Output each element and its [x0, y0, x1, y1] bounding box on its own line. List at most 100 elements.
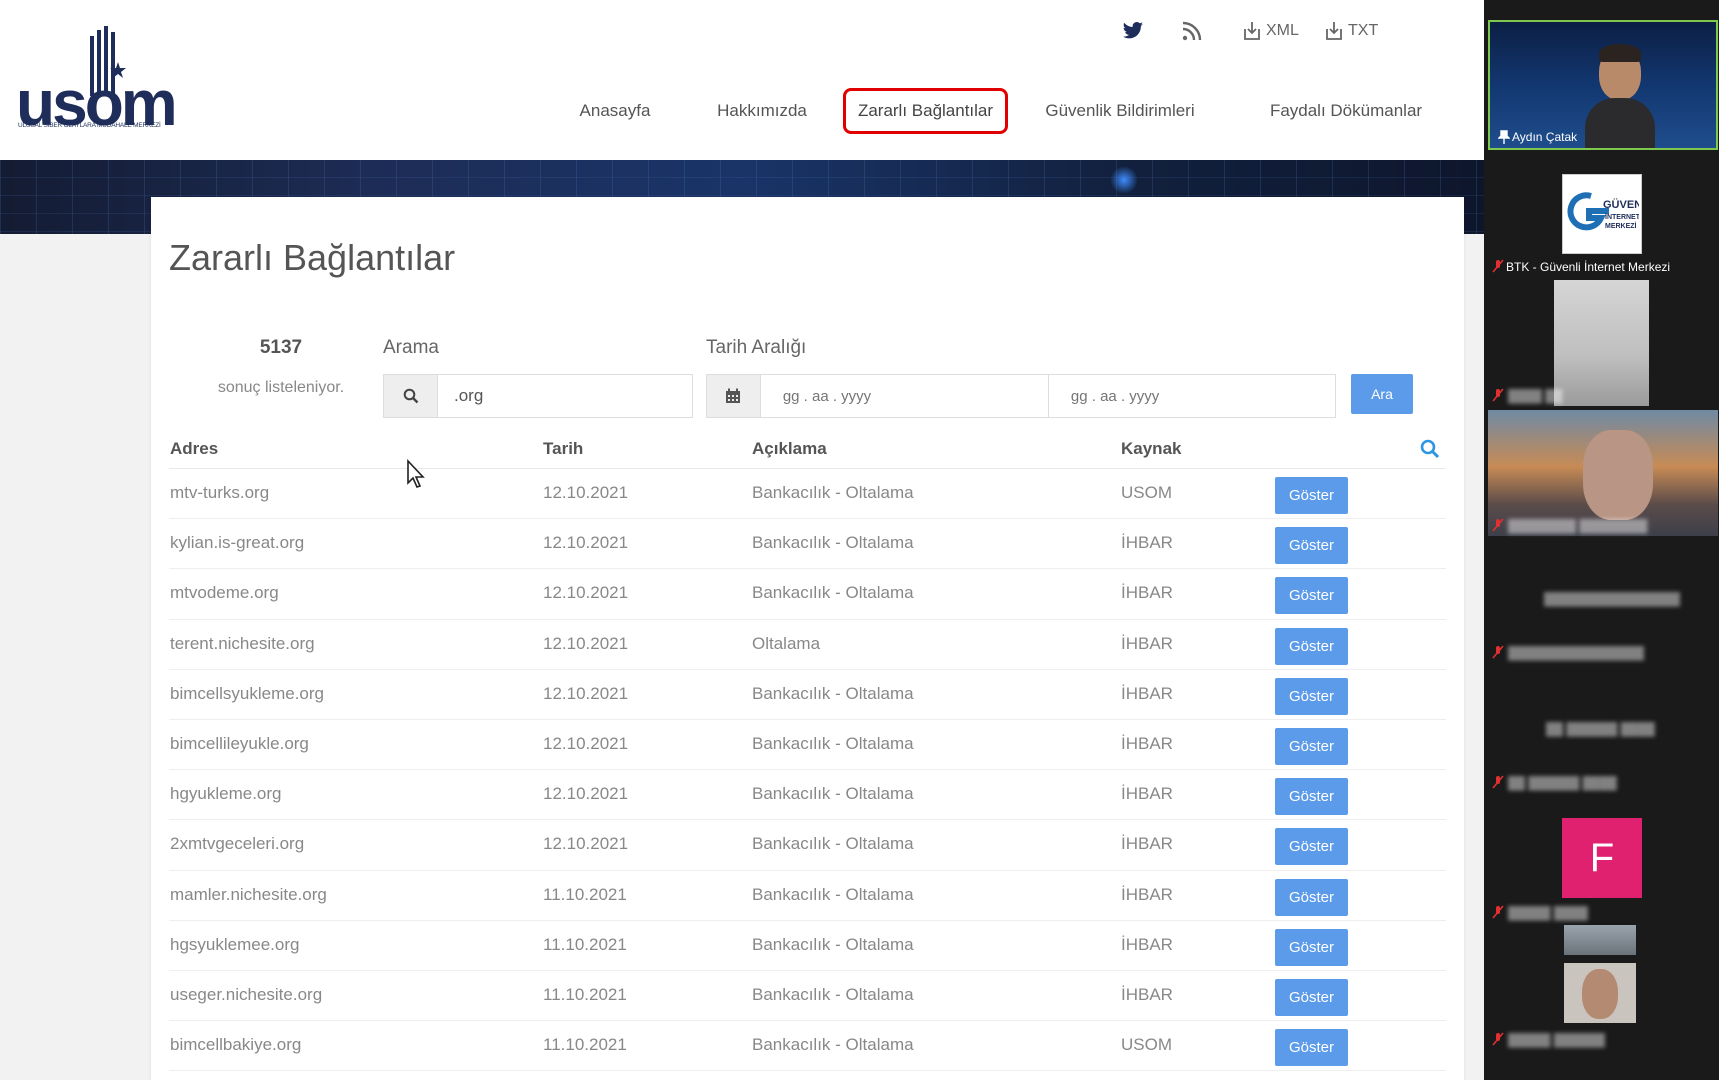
address-cell: bimcellbakiye.org	[170, 1035, 302, 1055]
goster-button[interactable]: Göster	[1275, 778, 1348, 816]
source-cell: İHBAR	[1121, 884, 1173, 904]
goster-button[interactable]: Göster	[1275, 477, 1348, 514]
search-label: Arama	[383, 337, 439, 358]
goster-button[interactable]: Göster	[1275, 928, 1348, 966]
table-row: useger.nichesite.org 11.10.2021 Bankacılık…	[169, 971, 1446, 1022]
table-search-icon[interactable]	[1420, 439, 1440, 464]
goster-button[interactable]: Göster	[1275, 677, 1348, 715]
xml-download-link[interactable]: XML	[1242, 14, 1299, 48]
description-cell: Bankacılık - Oltalama	[752, 733, 914, 753]
header-adres[interactable]: Adres	[170, 439, 218, 459]
result-count-text: sonuç listeleniyor.	[217, 379, 345, 396]
date-cell: 12.10.2021	[543, 683, 629, 703]
description-cell: Bankacılık - Oltalama	[752, 483, 914, 502]
guvenli-internet-logo-icon: GÜVENLİ İNTERNET MERKEZİ	[1567, 192, 1639, 231]
source-cell: İHBAR	[1121, 784, 1173, 804]
participant-video	[1488, 410, 1718, 536]
header-aciklama[interactable]: Açıklama	[752, 439, 827, 459]
date-cell: 12.10.2021	[543, 583, 629, 603]
nav-zararli-baglantilar[interactable]: Zararlı Bağlantılar	[843, 88, 1008, 134]
result-count-box: 5137 sonuç listeleniyor.	[181, 337, 381, 397]
participant-video	[1554, 280, 1649, 406]
address-cell: bimcellsyukleme.org	[170, 683, 324, 703]
date-cell: 11.10.2021	[543, 984, 627, 1004]
mic-off-icon	[1492, 905, 1504, 919]
date-range-label: Tarih Aralığı	[706, 337, 807, 358]
date-cell: 11.10.2021	[543, 1035, 627, 1055]
search-icon	[384, 375, 438, 417]
mic-off-icon	[1492, 775, 1504, 789]
address-cell: bimcellileyukle.org	[170, 733, 309, 753]
search-button[interactable]: Ara	[1351, 374, 1413, 414]
description-cell: Bankacılık - Oltalama	[752, 683, 914, 703]
header-kaynak[interactable]: Kaynak	[1121, 439, 1181, 459]
mic-off-icon	[1492, 518, 1504, 532]
address-cell: terent.nichesite.org	[170, 633, 315, 653]
source-cell: USOM	[1121, 1035, 1172, 1055]
table-row: terent.nichesite.org 12.10.2021 Oltalama İH…	[169, 620, 1446, 670]
goster-button[interactable]: Göster	[1275, 577, 1348, 615]
participant-tile-aydin[interactable]: Aydın Çatak	[1488, 20, 1718, 150]
participant-avatar-f: F	[1562, 818, 1642, 898]
address-cell: mtv-turks.org	[170, 483, 270, 502]
header-tarih[interactable]: Tarih	[543, 439, 583, 459]
table-body: mtv-turks.org 12.10.2021 Bankacılık - Olta…	[169, 469, 1446, 1072]
nav-guvenlik-bildirimleri[interactable]: Güvenlik Bildirimleri	[1020, 88, 1220, 134]
table-row: bimcellileyukle.org 12.10.2021 Bankacılık …	[169, 720, 1446, 771]
nav-hakkimizda[interactable]: Hakkımızda	[692, 88, 832, 134]
page-title: Zararlı Bağlantılar	[169, 237, 456, 278]
source-cell: İHBAR	[1121, 984, 1173, 1004]
table-row: hgyukleme.org 12.10.2021 Bankacılık - Olta…	[169, 770, 1446, 821]
description-cell: Bankacılık - Oltalama	[752, 834, 914, 854]
mouse-cursor-icon	[407, 459, 425, 488]
search-group	[383, 374, 693, 418]
logo-subtitle: ULUSAL SİBER OLAYLARA MÜDAHALE MERKEZİ	[18, 122, 161, 129]
txt-download-link[interactable]: TXT	[1324, 14, 1378, 48]
date-range-group	[706, 374, 1336, 418]
site-header: usom ULUSAL SİBER OLAYLARA MÜDAHALE MERK…	[0, 0, 1484, 160]
description-cell: Bankacılık - Oltalama	[752, 784, 914, 804]
nav-anasayfa[interactable]: Anasayfa	[550, 88, 680, 134]
participant-video	[1564, 963, 1636, 1023]
table-row: bimcellbakiye.org 11.10.2021 Bankacılık - …	[169, 1021, 1446, 1072]
mic-off-icon	[1492, 1032, 1504, 1046]
description-cell: Bankacılık - Oltalama	[752, 884, 914, 904]
date-cell: 12.10.2021	[543, 633, 629, 653]
address-cell: mtvodeme.org	[170, 583, 279, 603]
goster-button[interactable]: Göster	[1275, 828, 1348, 866]
source-cell: İHBAR	[1121, 533, 1173, 553]
description-cell: Bankacılık - Oltalama	[752, 583, 914, 603]
date-cell: 12.10.2021	[543, 784, 629, 804]
source-cell: İHBAR	[1121, 633, 1173, 653]
date-from-input[interactable]	[760, 375, 1048, 417]
txt-label: TXT	[1348, 22, 1379, 39]
source-cell: İHBAR	[1121, 683, 1173, 703]
goster-button[interactable]: Göster	[1275, 527, 1348, 565]
goster-button[interactable]: Göster	[1275, 727, 1348, 765]
goster-button[interactable]: Göster	[1275, 627, 1348, 665]
nav-faydali-dokumanlar[interactable]: Faydalı Dökümanlar	[1236, 88, 1456, 134]
search-input[interactable]	[438, 375, 692, 417]
description-cell: Bankacılık - Oltalama	[752, 1035, 914, 1055]
table-row: mamler.nichesite.org 11.10.2021 Bankacılık…	[169, 871, 1446, 921]
table-row: mtvodeme.org 12.10.2021 Bankacılık - Oltal…	[169, 569, 1446, 620]
address-cell: hgsyuklemee.org	[170, 934, 300, 954]
goster-button[interactable]: Göster	[1275, 978, 1348, 1016]
participant-name: Aydın Çatak	[1512, 130, 1578, 144]
calendar-icon	[707, 375, 761, 417]
goster-button[interactable]: Göster	[1275, 878, 1348, 916]
goster-button[interactable]: Göster	[1275, 1029, 1348, 1067]
usom-logo[interactable]: usom ULUSAL SİBER OLAYLARA MÜDAHALE MERK…	[16, 26, 196, 139]
description-cell: Bankacılık - Oltalama	[752, 984, 914, 1004]
rss-link[interactable]	[1182, 14, 1202, 48]
table-row: mtv-turks.org 12.10.2021 Bankacılık - Olta…	[169, 469, 1446, 520]
source-cell: İHBAR	[1121, 934, 1173, 954]
participant-name: BTK - Güvenli İnternet Merkezi	[1506, 260, 1671, 274]
mic-off-icon	[1492, 388, 1504, 402]
source-cell: İHBAR	[1121, 733, 1173, 753]
table-row: hgsyuklemee.org 11.10.2021 Bankacılık - Ol…	[169, 921, 1446, 971]
twitter-link[interactable]	[1122, 14, 1144, 48]
description-cell: Bankacılık - Oltalama	[752, 533, 914, 553]
results-table: Adres Tarih Açıklama Kaynak mtv-turks.or…	[169, 429, 1446, 1072]
date-to-input[interactable]	[1047, 375, 1335, 417]
